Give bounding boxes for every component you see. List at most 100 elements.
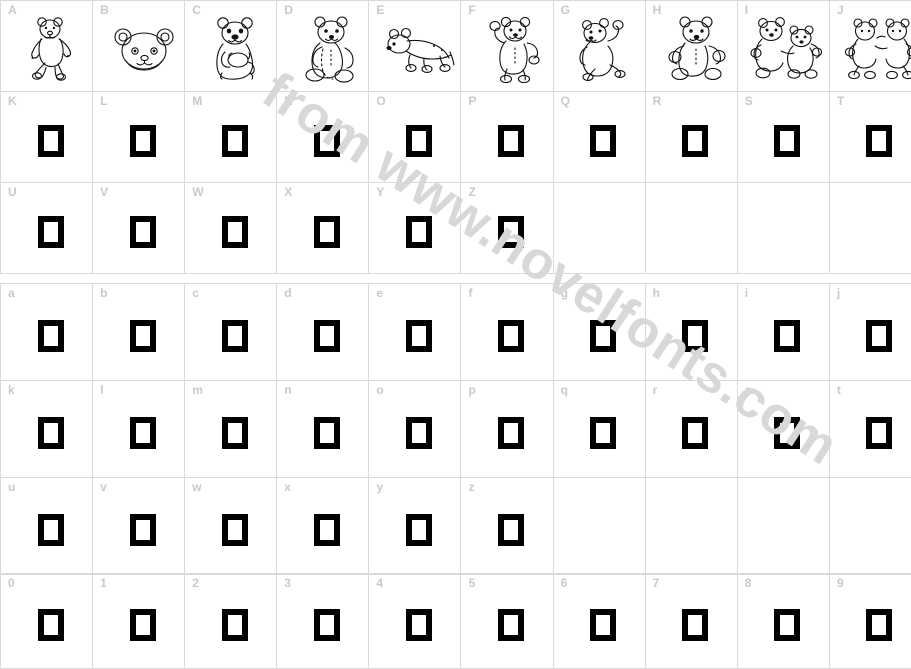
glyph-cell-m[interactable]: m bbox=[185, 381, 277, 478]
glyph-cell-P[interactable]: P bbox=[461, 92, 553, 183]
glyph-cell-r[interactable]: r bbox=[645, 381, 737, 478]
glyph-cell-V[interactable]: V bbox=[93, 183, 185, 274]
glyph-cell-O[interactable]: O bbox=[369, 92, 461, 183]
glyph-cell-v[interactable]: v bbox=[93, 478, 185, 575]
missing-glyph-box-icon bbox=[38, 216, 64, 248]
glyph-cell-s[interactable]: s bbox=[737, 381, 829, 478]
glyph-render-area bbox=[461, 183, 552, 273]
missing-glyph-box-icon bbox=[406, 417, 432, 449]
glyph-cell-J[interactable]: J bbox=[829, 1, 911, 92]
glyph-cell-H[interactable]: H bbox=[645, 1, 737, 92]
missing-glyph-box-icon bbox=[682, 320, 708, 352]
glyph-cell-c[interactable]: c bbox=[185, 284, 277, 381]
bear-walking-icon bbox=[573, 17, 635, 81]
glyph-cell-x[interactable]: x bbox=[277, 478, 369, 575]
glyph-cell-Z[interactable]: Z bbox=[461, 183, 553, 274]
glyph-cell-z[interactable]: z bbox=[461, 478, 553, 575]
glyph-cell-F[interactable]: F bbox=[461, 1, 553, 92]
two-bears-dancing-icon bbox=[841, 18, 911, 80]
glyph-render-area bbox=[369, 1, 460, 91]
glyph-cell-h[interactable]: h bbox=[645, 284, 737, 381]
glyph-cell-B[interactable]: B bbox=[93, 1, 185, 92]
glyph-cell-M[interactable]: M bbox=[185, 92, 277, 183]
glyph-cell-e[interactable]: e bbox=[369, 284, 461, 381]
glyph-cell-o[interactable]: o bbox=[369, 381, 461, 478]
glyph-render-area bbox=[277, 92, 368, 182]
glyph-cell-d[interactable]: d bbox=[277, 284, 369, 381]
glyph-render-area bbox=[461, 574, 552, 668]
glyph-cell-a[interactable]: a bbox=[1, 284, 93, 381]
font-specimen-sheet: A B C D bbox=[0, 0, 911, 668]
missing-glyph-box-icon bbox=[314, 417, 340, 449]
glyph-render-area bbox=[185, 1, 276, 91]
glyph-cell-i[interactable]: i bbox=[737, 284, 829, 381]
glyph-cell-q[interactable]: q bbox=[553, 381, 645, 478]
glyph-cell-Y[interactable]: Y bbox=[369, 183, 461, 274]
glyph-cell-b[interactable]: b bbox=[93, 284, 185, 381]
glyph-cell-6[interactable]: 6 bbox=[553, 574, 645, 669]
missing-glyph-box-icon bbox=[406, 514, 432, 546]
glyph-cell-l[interactable]: l bbox=[93, 381, 185, 478]
glyph-cell-G[interactable]: G bbox=[553, 1, 645, 92]
glyph-cell-p[interactable]: p bbox=[461, 381, 553, 478]
glyph-render-area bbox=[185, 574, 276, 668]
glyph-cell-9[interactable]: 9 bbox=[829, 574, 911, 669]
glyph-cell-w[interactable]: w bbox=[185, 478, 277, 575]
missing-glyph-box-icon bbox=[866, 417, 892, 449]
glyph-cell-S[interactable]: S bbox=[737, 92, 829, 183]
missing-glyph-box-icon bbox=[406, 125, 432, 157]
glyph-render-area bbox=[93, 478, 184, 574]
glyph-cell-N[interactable]: N bbox=[277, 92, 369, 183]
glyph-cell-f[interactable]: f bbox=[461, 284, 553, 381]
glyph-render-area bbox=[93, 183, 184, 273]
glyph-cell-I[interactable]: I bbox=[737, 1, 829, 92]
glyph-cell-Q[interactable]: Q bbox=[553, 92, 645, 183]
glyph-cell-u[interactable]: u bbox=[1, 478, 93, 575]
missing-glyph-box-icon bbox=[498, 125, 524, 157]
glyph-cell-k[interactable]: k bbox=[1, 381, 93, 478]
glyph-cell-0[interactable]: 0 bbox=[1, 574, 93, 669]
missing-glyph-box-icon bbox=[406, 216, 432, 248]
glyph-cell-7[interactable]: 7 bbox=[645, 574, 737, 669]
missing-glyph-box-icon bbox=[590, 320, 616, 352]
missing-glyph-box-icon bbox=[682, 417, 708, 449]
missing-glyph-box-icon bbox=[222, 514, 248, 546]
glyph-cell-W[interactable]: W bbox=[185, 183, 277, 274]
glyph-cell-t[interactable]: t bbox=[829, 381, 911, 478]
glyph-cell-K[interactable]: K bbox=[1, 92, 93, 183]
glyph-render-area bbox=[369, 478, 460, 574]
glyph-cell-5[interactable]: 5 bbox=[461, 574, 553, 669]
glyph-render-area bbox=[93, 1, 184, 91]
missing-glyph-box-icon bbox=[774, 417, 800, 449]
glyph-cell-E[interactable]: E bbox=[369, 1, 461, 92]
glyph-cell-4[interactable]: 4 bbox=[369, 574, 461, 669]
glyph-render-area bbox=[646, 381, 737, 477]
glyph-render-area bbox=[185, 92, 276, 182]
glyph-render-area bbox=[554, 1, 645, 91]
glyph-cell-2[interactable]: 2 bbox=[185, 574, 277, 669]
glyph-cell-R[interactable]: R bbox=[645, 92, 737, 183]
uppercase-glyph-table: A B C D bbox=[0, 0, 911, 274]
glyph-render-area bbox=[738, 284, 829, 380]
glyph-render-area bbox=[277, 183, 368, 273]
glyph-cell-g[interactable]: g bbox=[553, 284, 645, 381]
glyph-cell-y[interactable]: y bbox=[369, 478, 461, 575]
glyph-cell-U[interactable]: U bbox=[1, 183, 93, 274]
glyph-render-area bbox=[93, 284, 184, 380]
glyph-cell-j[interactable]: j bbox=[829, 284, 911, 381]
glyph-cell-X[interactable]: X bbox=[277, 183, 369, 274]
glyph-cell-3[interactable]: 3 bbox=[277, 574, 369, 669]
glyph-cell-A[interactable]: A bbox=[1, 1, 93, 92]
glyph-cell-T[interactable]: T bbox=[829, 92, 911, 183]
glyph-cell-8[interactable]: 8 bbox=[737, 574, 829, 669]
glyph-cell-D[interactable]: D bbox=[277, 1, 369, 92]
glyph-render-area bbox=[1, 1, 92, 91]
glyph-cell-1[interactable]: 1 bbox=[93, 574, 185, 669]
glyph-cell-L[interactable]: L bbox=[93, 92, 185, 183]
glyph-cell-C[interactable]: C bbox=[185, 1, 277, 92]
missing-glyph-box-icon bbox=[314, 514, 340, 546]
bear-head-icon bbox=[110, 23, 178, 75]
glyph-row: uvwxyz bbox=[1, 478, 911, 575]
glyph-cell-n[interactable]: n bbox=[277, 381, 369, 478]
missing-glyph-box-icon bbox=[314, 216, 340, 248]
